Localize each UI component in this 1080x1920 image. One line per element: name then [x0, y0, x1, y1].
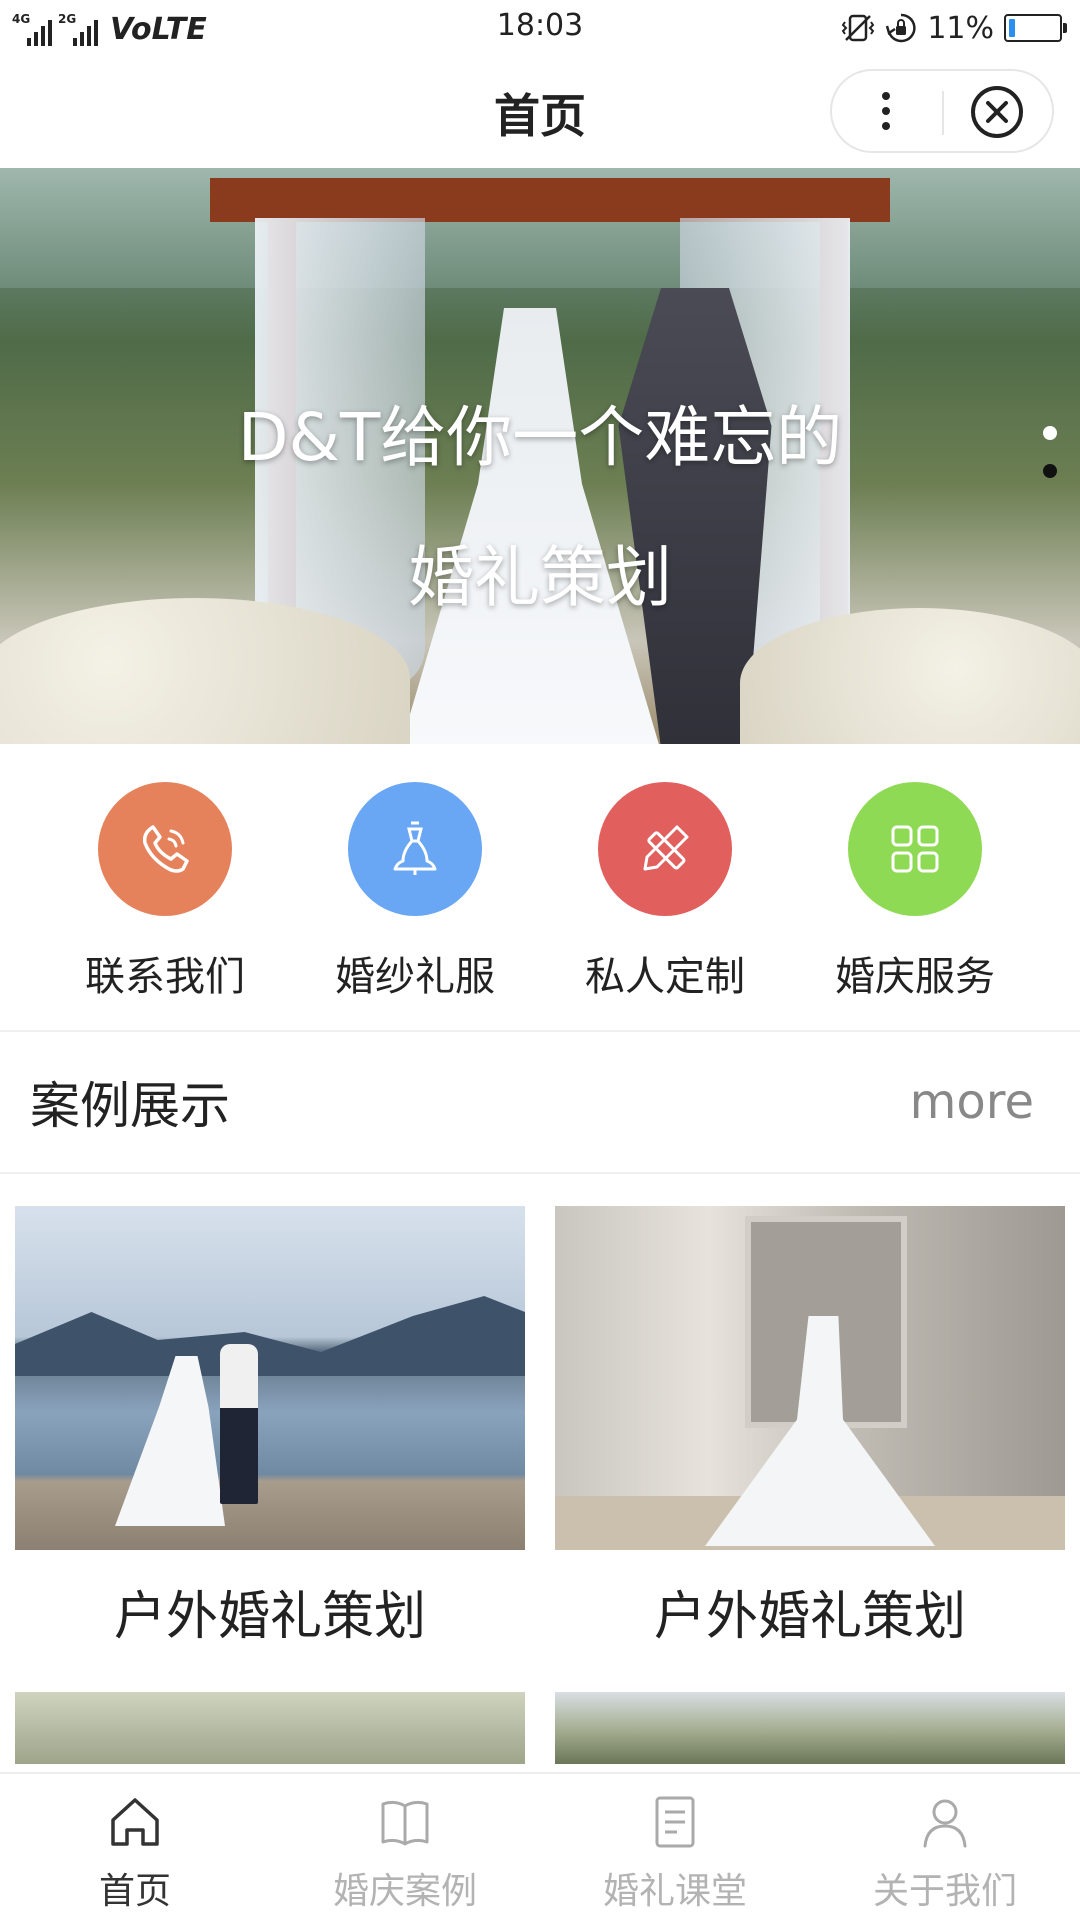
case-card[interactable]: 户外婚礼策划	[15, 1206, 525, 1649]
divider	[0, 1172, 1080, 1174]
home-icon	[111, 1798, 159, 1846]
more-link[interactable]: more	[910, 1074, 1034, 1130]
case-image	[555, 1206, 1065, 1550]
more-dots-icon[interactable]	[856, 81, 916, 141]
carousel-dot[interactable]	[1043, 464, 1057, 478]
book-icon	[381, 1800, 429, 1846]
cases-section-header: 案例展示 more	[0, 1032, 1080, 1172]
capsule-divider	[942, 91, 944, 135]
tab-wedding-cases[interactable]: 婚庆案例	[270, 1774, 540, 1920]
battery-percent: 11%	[927, 10, 994, 46]
case-card[interactable]: 户外婚礼策划	[555, 1206, 1065, 1649]
tab-about-us[interactable]: 关于我们	[810, 1774, 1080, 1920]
case-image-partial[interactable]	[555, 1692, 1065, 1764]
battery-icon	[1004, 14, 1067, 42]
quick-nav: 联系我们 婚纱礼服 私人定制 婚庆服务	[0, 744, 1080, 1030]
banner-title: D&T给你一个难忘的 婚礼策划	[0, 368, 1080, 648]
case-title: 户外婚礼策划	[113, 1587, 426, 1647]
tab-home[interactable]: 首页	[0, 1774, 270, 1920]
grid-icon	[891, 825, 939, 873]
status-right: 11%	[841, 10, 1067, 46]
close-circle-icon[interactable]	[968, 83, 1026, 141]
tab-wedding-class[interactable]: 婚礼课堂	[540, 1774, 810, 1920]
tab-bar: 首页 婚庆案例 婚礼课堂 关于我们	[0, 1772, 1080, 1920]
quick-nav-custom[interactable]: 私人定制	[565, 744, 765, 1002]
section-title: 案例展示	[30, 1077, 230, 1135]
quick-nav-label: 私人定制	[585, 954, 745, 1000]
quick-nav-icon-bg	[98, 782, 232, 916]
quick-nav-services[interactable]: 婚庆服务	[815, 744, 1015, 1002]
document-icon	[655, 1796, 695, 1848]
banner-carousel[interactable]: D&T给你一个难忘的 婚礼策划	[0, 168, 1080, 744]
case-image-partial[interactable]	[15, 1692, 525, 1764]
quick-nav-icon-bg	[598, 782, 732, 916]
quick-nav-contact[interactable]: 联系我们	[65, 744, 265, 1002]
banner-title-line2: 婚礼策划	[408, 539, 672, 616]
case-image	[15, 1206, 525, 1550]
carousel-dot-active[interactable]	[1043, 426, 1057, 440]
banner-title-line1: D&T给你一个难忘的	[237, 399, 843, 476]
quick-nav-label: 婚庆服务	[835, 954, 995, 1000]
carousel-indicator	[1040, 426, 1060, 478]
rotation-lock-icon	[886, 13, 916, 43]
tab-label: 首页	[98, 1871, 171, 1912]
quick-nav-icon-bg	[348, 782, 482, 916]
quick-nav-icon-bg	[848, 782, 982, 916]
phone-icon	[142, 825, 189, 873]
tab-label: 婚礼课堂	[602, 1871, 747, 1912]
tab-label: 关于我们	[872, 1871, 1017, 1912]
quick-nav-wedding-dress[interactable]: 婚纱礼服	[315, 744, 515, 1002]
user-icon	[923, 1799, 967, 1848]
mini-program-capsule	[830, 69, 1054, 153]
pencil-ruler-icon	[643, 825, 689, 871]
status-bar: 4G 2G VoLTE 18:03 11%	[0, 0, 1080, 56]
case-title: 户外婚礼策划	[653, 1587, 966, 1647]
quick-nav-label: 联系我们	[85, 954, 245, 1000]
vibrate-icon	[842, 14, 875, 42]
tab-label: 婚庆案例	[332, 1871, 477, 1912]
navigation-bar: 首页	[0, 56, 1080, 168]
wedding-dress-icon	[393, 821, 437, 875]
quick-nav-label: 婚纱礼服	[335, 954, 495, 1000]
